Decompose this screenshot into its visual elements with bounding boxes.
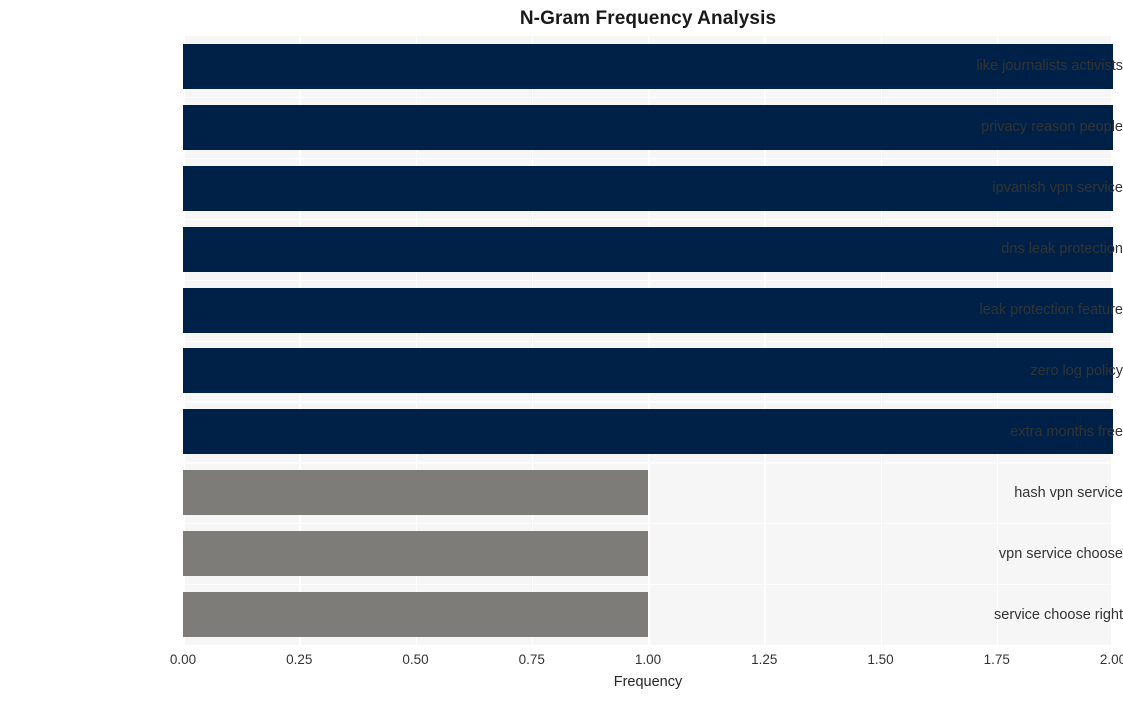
chart-figure: N-Gram Frequency Analysis like journalis…: [0, 0, 1123, 701]
y-axis-tick-label: privacy reason people: [981, 119, 1123, 136]
x-axis-tick-label: 1.50: [867, 652, 894, 667]
x-axis-tick-label: 2.00: [1099, 652, 1123, 667]
x-axis-tick-label: 0.00: [169, 652, 197, 667]
y-axis-tick-label: like journalists activists: [976, 58, 1123, 75]
x-axis-tick-label: 1.25: [751, 652, 778, 667]
y-axis-tick-label: vpn service choose: [998, 545, 1123, 562]
bar: [183, 470, 648, 516]
x-axis-tick-label: 0.25: [286, 652, 313, 667]
y-axis-tick-label: ipvanish vpn service: [992, 180, 1123, 197]
y-axis-tick-label: leak protection feature: [979, 302, 1123, 319]
x-axis-tick-label: 0.75: [518, 652, 545, 667]
bar: [183, 592, 648, 638]
bar: [183, 531, 648, 577]
x-axis-tick-label: 1.00: [634, 652, 662, 667]
chart-title: N-Gram Frequency Analysis: [519, 8, 777, 29]
y-axis-tick-label: dns leak protection: [1001, 241, 1123, 258]
y-axis-tick-label: hash vpn service: [1014, 484, 1123, 501]
y-axis-tick-label: zero log policy: [1030, 362, 1123, 379]
y-axis-tick-label: extra months free: [1010, 423, 1123, 440]
x-axis-tick-label: 0.50: [402, 652, 429, 667]
x-axis-tick-label: 1.75: [983, 652, 1010, 667]
y-axis-tick-label: service choose right: [994, 606, 1123, 623]
x-axis-label: Frequency: [613, 674, 683, 690]
